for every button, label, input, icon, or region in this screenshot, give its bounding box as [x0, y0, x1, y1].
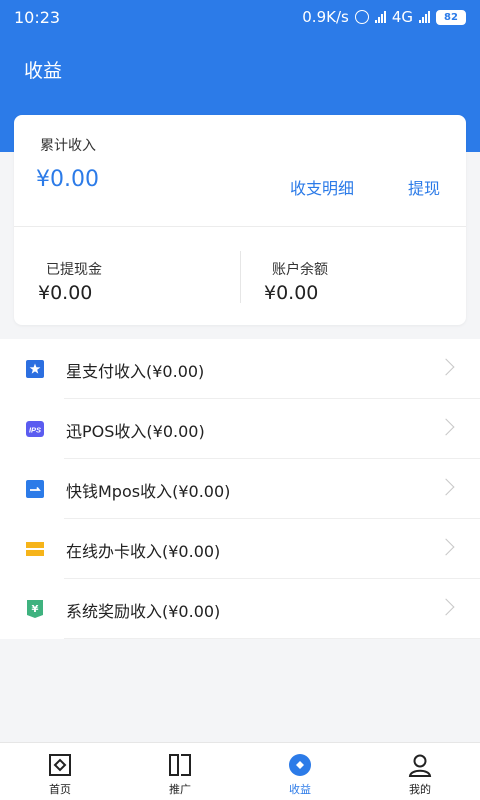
bottom-nav: 首页 推广 收益 我的: [0, 742, 480, 800]
card-vertical-divider: [240, 251, 241, 303]
status-bar: 10:23 0.9K/s 4G 82: [0, 0, 480, 34]
income-item-xun-pos[interactable]: IPS 迅POS收入(¥0.00): [0, 399, 480, 459]
chevron-right-icon: [437, 418, 455, 436]
nav-label: 收益: [289, 783, 311, 796]
income-item-label: 系统奖励收入(¥0.00): [66, 602, 221, 621]
chevron-right-icon: [437, 478, 455, 496]
network-type: 4G: [391, 8, 413, 26]
chevron-right-icon: [437, 598, 455, 616]
withdraw-link[interactable]: 提现: [408, 175, 440, 199]
income-item-label: 星支付收入(¥0.00): [66, 362, 205, 381]
star-pay-icon: [26, 360, 44, 378]
nav-item-earnings[interactable]: 收益: [240, 743, 360, 800]
chevron-right-icon: [437, 538, 455, 556]
svg-text:¥: ¥: [32, 604, 39, 615]
mpos-icon: [26, 480, 44, 498]
balance-label: 账户余额: [272, 262, 328, 278]
income-detail-link[interactable]: 收支明细: [290, 175, 354, 199]
net-speed: 0.9K/s: [302, 8, 349, 26]
status-time: 10:23: [14, 8, 61, 27]
signal-icon-2: [419, 11, 430, 23]
income-item-reward[interactable]: ¥ 系统奖励收入(¥0.00): [0, 579, 480, 639]
nav-item-profile[interactable]: 我的: [360, 743, 480, 800]
page-title: 收益: [24, 60, 63, 82]
svg-text:IPS: IPS: [29, 426, 41, 435]
summary-card: 累计收入 ¥0.00 收支明细 提现 已提现金 ¥0.00 账户余额 ¥0.00: [14, 115, 466, 325]
nav-label: 我的: [409, 783, 431, 796]
battery-icon: 82: [436, 9, 466, 25]
nav-label: 首页: [49, 783, 71, 796]
status-indicators: 0.9K/s 4G 82: [302, 8, 466, 26]
income-list: 星支付收入(¥0.00) IPS 迅POS收入(¥0.00) 快钱Mpos收入(…: [0, 339, 480, 639]
alarm-icon: [354, 10, 369, 24]
total-income-label: 累计收入: [40, 138, 96, 154]
home-icon: [48, 753, 72, 777]
card-icon: [26, 540, 44, 558]
chevron-right-icon: [437, 358, 455, 376]
withdrawn-label: 已提现金: [46, 262, 102, 278]
ips-icon: IPS: [26, 420, 44, 438]
income-item-label: 迅POS收入(¥0.00): [66, 422, 205, 441]
nav-item-promote[interactable]: 推广: [120, 743, 240, 800]
profile-icon: [408, 753, 432, 777]
income-item-star-pay[interactable]: 星支付收入(¥0.00): [0, 339, 480, 399]
nav-item-home[interactable]: 首页: [0, 743, 120, 800]
earnings-icon: [288, 753, 312, 777]
withdrawn-value: ¥0.00: [38, 282, 93, 304]
income-item-label: 在线办卡收入(¥0.00): [66, 542, 221, 561]
reward-icon: ¥: [26, 600, 44, 618]
card-divider: [14, 226, 466, 227]
signal-icon: [374, 11, 386, 23]
total-income-value: ¥0.00: [36, 167, 99, 192]
promote-icon: [168, 753, 192, 777]
income-item-mpos[interactable]: 快钱Mpos收入(¥0.00): [0, 459, 480, 519]
income-item-label: 快钱Mpos收入(¥0.00): [66, 482, 231, 501]
nav-label: 推广: [169, 783, 191, 796]
income-item-card[interactable]: 在线办卡收入(¥0.00): [0, 519, 480, 579]
balance-value: ¥0.00: [264, 282, 319, 304]
